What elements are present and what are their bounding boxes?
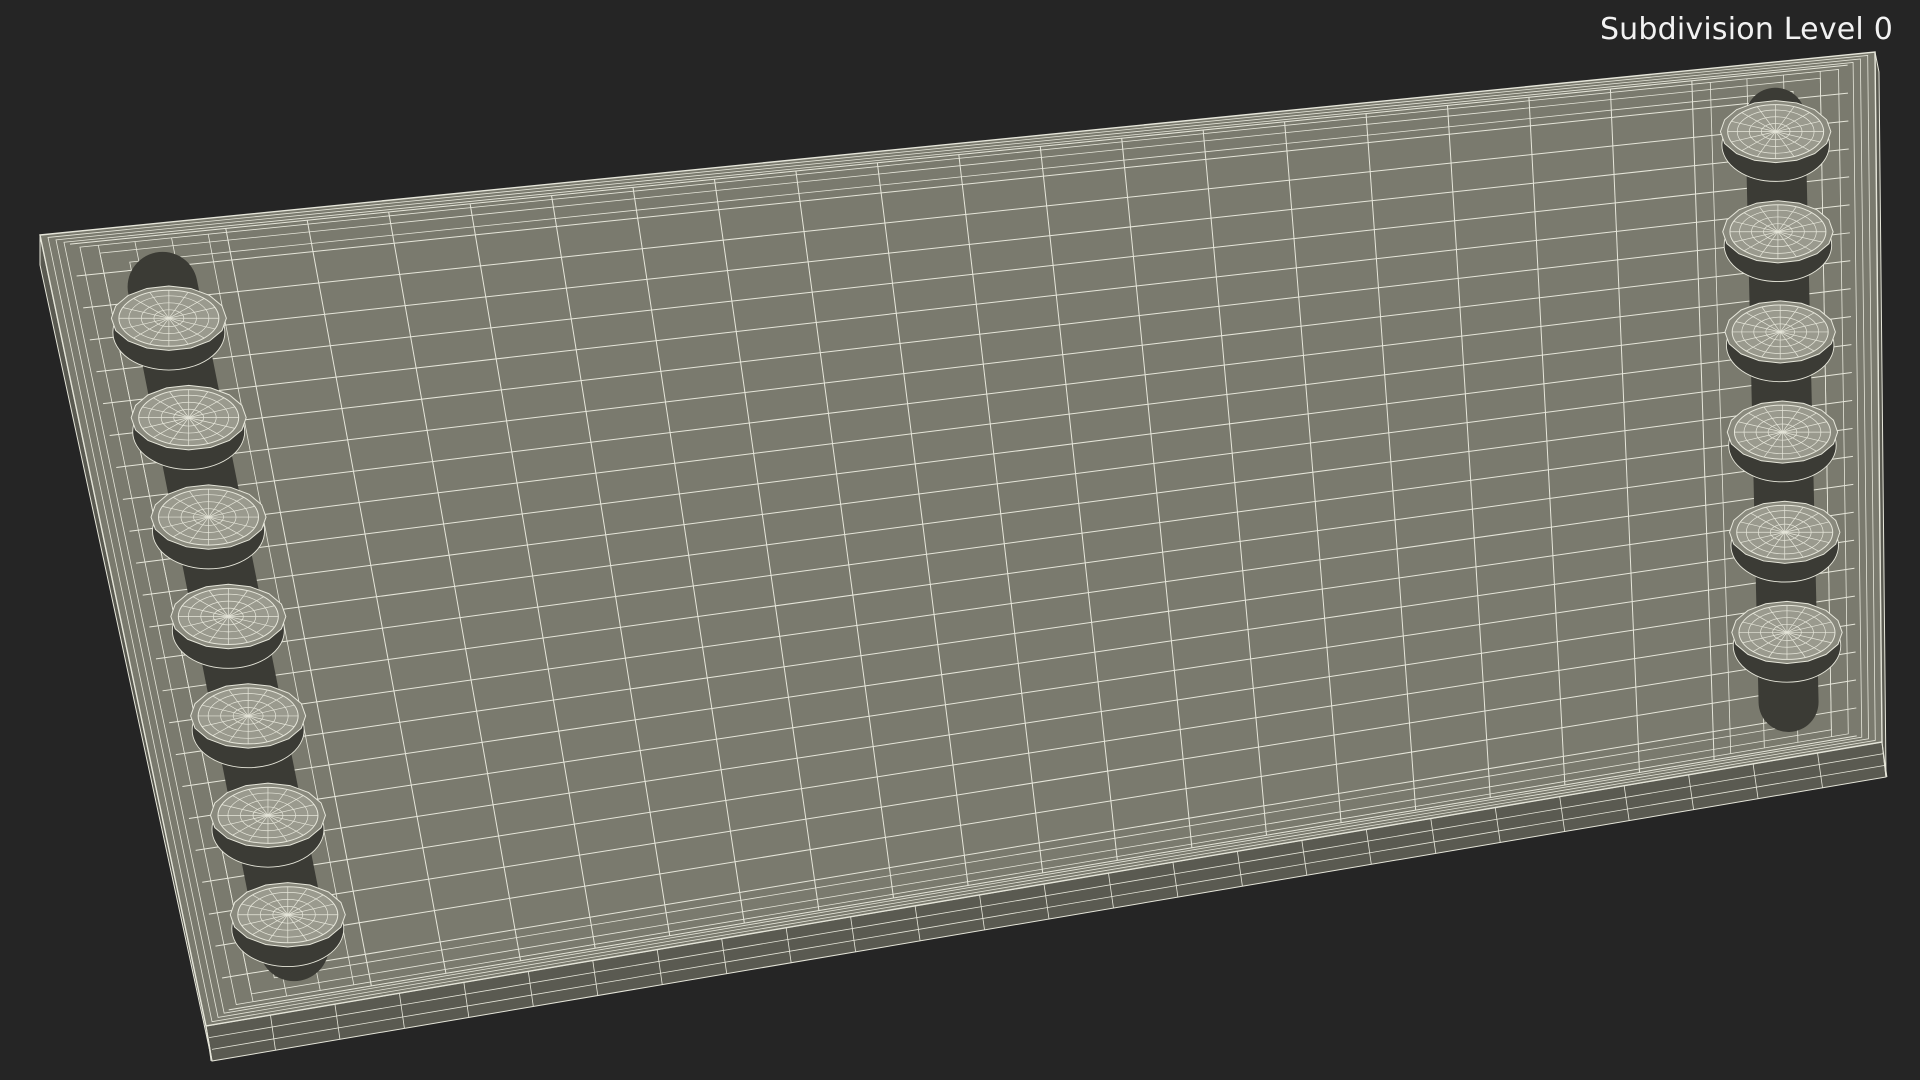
hole xyxy=(110,285,227,371)
hole xyxy=(1722,200,1834,282)
hole xyxy=(1724,300,1836,383)
hole xyxy=(150,484,267,570)
hole xyxy=(209,782,326,868)
hole xyxy=(130,384,247,470)
hole xyxy=(1719,100,1832,182)
wireframe-model xyxy=(39,51,1888,1062)
hole xyxy=(1731,600,1843,683)
hole xyxy=(1728,500,1841,583)
hole xyxy=(229,882,346,968)
hole xyxy=(1726,400,1839,483)
hole xyxy=(170,583,287,669)
3d-viewport[interactable]: Subdivision Level 0 xyxy=(0,0,1920,1080)
hole xyxy=(190,683,307,769)
subdivision-level-label: Subdivision Level 0 xyxy=(1599,12,1893,47)
